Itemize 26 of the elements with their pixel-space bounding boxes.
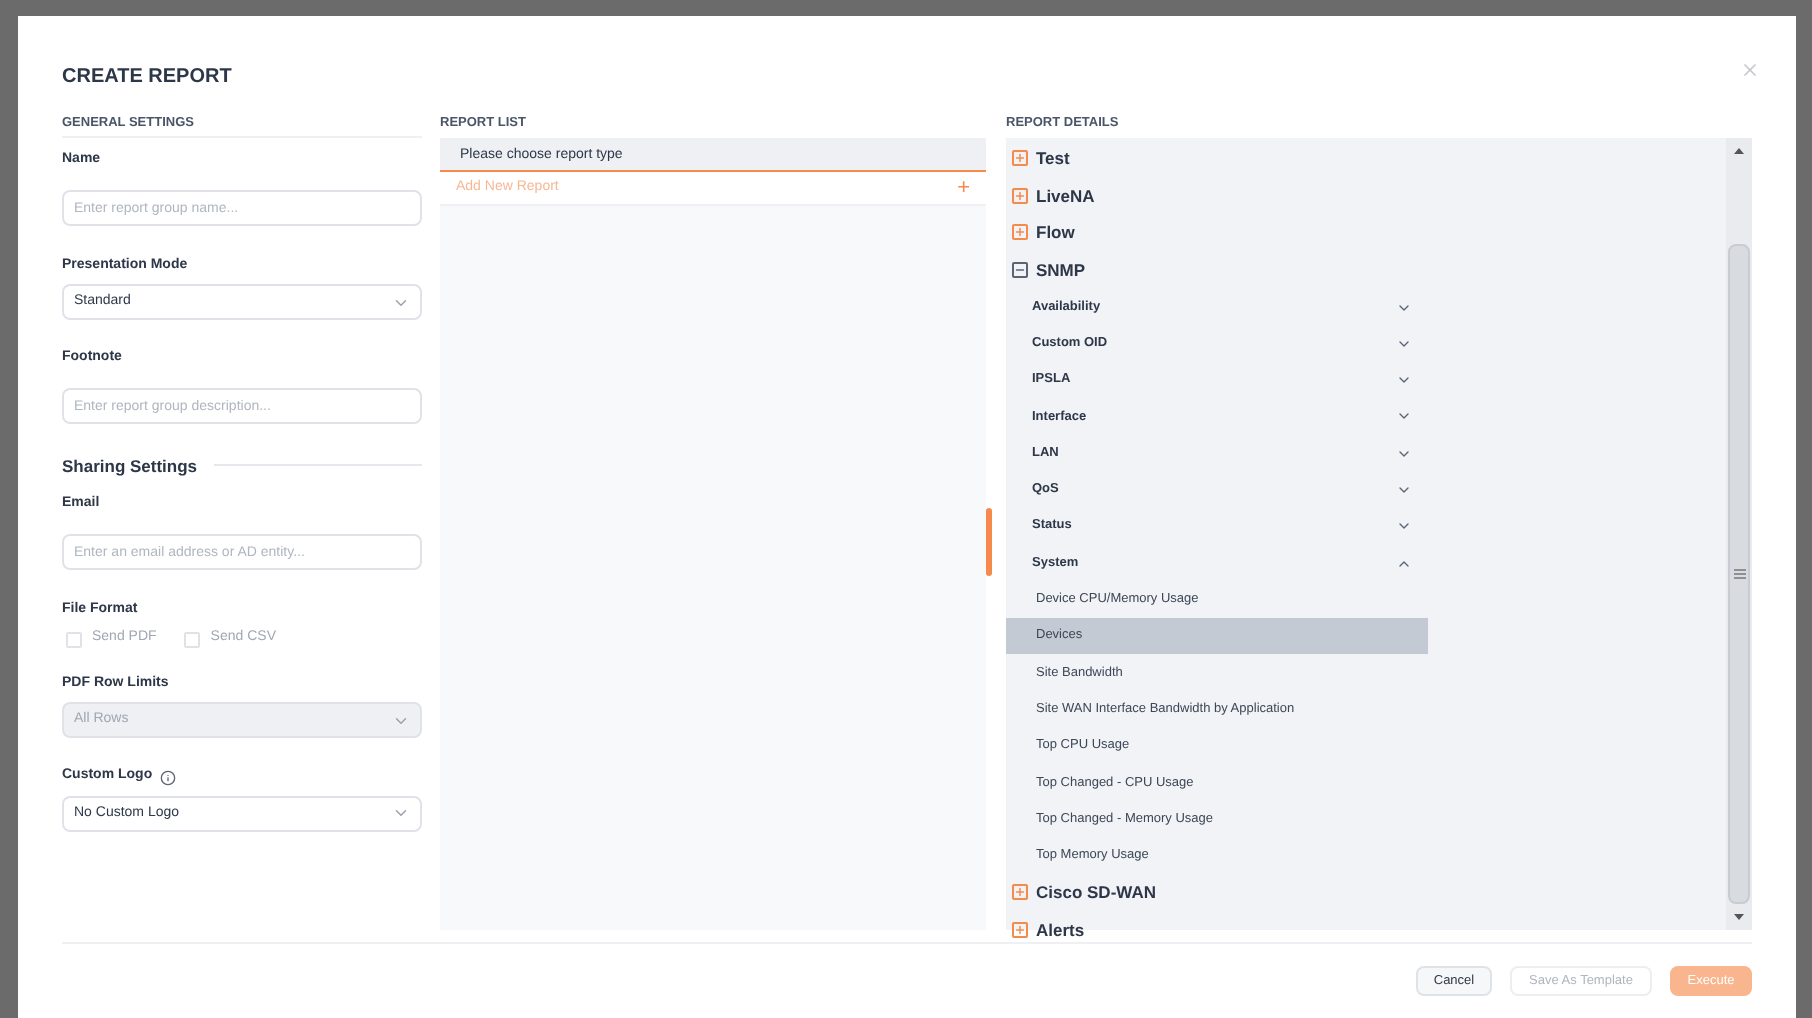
category-row[interactable]: Alerts: [1006, 911, 1726, 949]
scrollbar-thumb[interactable]: [1728, 244, 1750, 904]
plus-box-icon: [1012, 884, 1028, 901]
scroll-up-icon[interactable]: [1734, 148, 1744, 154]
category-row[interactable]: LiveNA: [1006, 177, 1726, 215]
plus-box-icon: [1012, 187, 1028, 204]
splitter-handle[interactable]: [986, 508, 992, 576]
section-heading: Sharing Settings: [62, 453, 198, 479]
minus-box-icon: [1012, 262, 1028, 279]
info-icon[interactable]: [160, 769, 177, 785]
plus-box-icon: [1012, 922, 1028, 939]
category-row[interactable]: Flow: [1006, 214, 1726, 252]
scroll-down-icon[interactable]: [1734, 914, 1744, 920]
chevron-down-icon: [1396, 482, 1412, 498]
close-button[interactable]: [1740, 60, 1760, 80]
grip-icon: [1733, 568, 1745, 580]
plus-box-icon: [1012, 150, 1028, 167]
checkbox[interactable]: [66, 631, 82, 647]
category-row[interactable]: Test: [1006, 140, 1726, 178]
scrollbar[interactable]: [1726, 138, 1752, 930]
category-row[interactable]: SNMP: [1006, 251, 1726, 289]
close-icon: [1740, 60, 1760, 80]
category-row[interactable]: Cisco SD-WAN: [1006, 874, 1726, 912]
plus-box-icon: [1012, 224, 1028, 241]
dialog-title: CREATE REPORT: [62, 64, 232, 92]
checkbox[interactable]: [184, 631, 201, 647]
